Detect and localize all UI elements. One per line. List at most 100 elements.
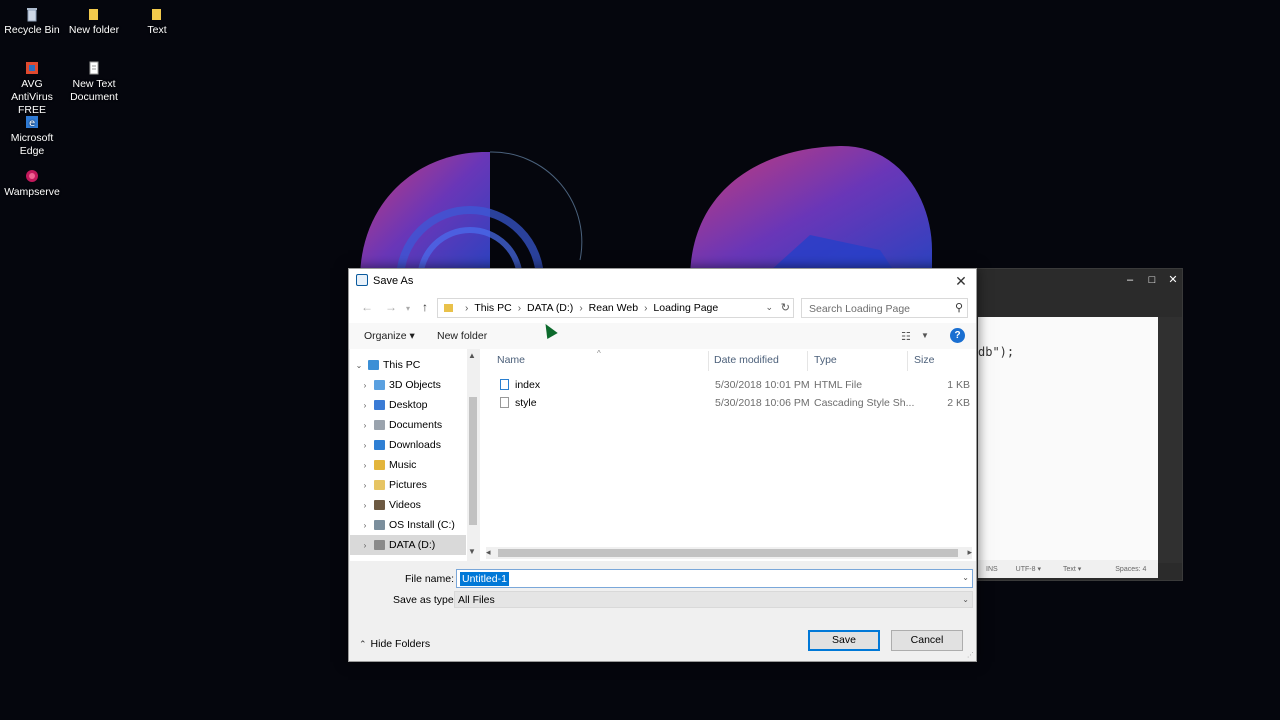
desktop-icon-recycle-bin[interactable]: Recycle Bin — [0, 4, 64, 37]
scroll-down-icon[interactable]: ▼ — [468, 547, 476, 556]
breadcrumb-data-d[interactable]: DATA (D:) — [527, 302, 573, 314]
breadcrumb-this-pc[interactable]: This PC — [474, 302, 511, 314]
nav-item-2[interactable]: › Desktop — [350, 395, 466, 415]
breadcrumb-rean-web[interactable]: Rean Web — [589, 302, 638, 314]
scroll-thumb[interactable] — [469, 397, 477, 525]
refresh-icon[interactable]: ↻ — [781, 301, 790, 314]
chevron-down-icon[interactable]: ⌄ — [354, 361, 364, 370]
address-bar[interactable]: › This PC › DATA (D:) › Rean Web › Loadi… — [437, 298, 794, 318]
chevron-down-icon[interactable]: ⌄ — [962, 595, 969, 604]
column-type[interactable]: Type — [814, 354, 837, 366]
chevron-down-icon[interactable]: ⌄ — [962, 573, 969, 582]
nav-item-0[interactable]: ⌄ This PC — [350, 355, 466, 375]
file-type: Cascading Style Sh... — [814, 397, 915, 409]
column-size[interactable]: Size — [914, 354, 934, 366]
chevron-down-icon[interactable]: ⌄ — [765, 302, 773, 313]
search-input[interactable] — [807, 300, 951, 318]
scroll-thumb[interactable] — [498, 549, 958, 557]
chevron-right-icon: › — [644, 302, 648, 314]
navigation-pane[interactable]: ⌄ This PC › 3D Objects › Desktop › Documents › Do… — [350, 349, 479, 561]
recent-locations-icon[interactable]: ▾ — [406, 304, 410, 313]
back-icon[interactable]: ← — [361, 300, 373, 314]
folder-icon — [152, 9, 161, 20]
minimize-icon[interactable]: – — [1122, 272, 1138, 288]
chevron-right-icon[interactable]: › — [360, 461, 370, 470]
chevron-right-icon[interactable]: › — [360, 421, 370, 430]
chevron-right-icon[interactable]: › — [360, 401, 370, 410]
search-box[interactable]: ⚲ — [801, 298, 968, 318]
nav-item-6[interactable]: › Pictures — [350, 475, 466, 495]
nav-item-7[interactable]: › Videos — [350, 495, 466, 515]
desktop-icon-edge[interactable]: e Microsoft Edge — [0, 112, 64, 158]
command-bar: Organize ▾ New folder ☷ ▼ ? — [349, 323, 976, 349]
dialog-titlebar: Save As ✕ — [349, 269, 976, 293]
organize-button[interactable]: Organize ▾ — [364, 330, 415, 342]
nav-item-3[interactable]: › Documents — [350, 415, 466, 435]
file-name-value[interactable]: Untitled-1 — [460, 572, 509, 586]
chevron-right-icon[interactable]: › — [360, 481, 370, 490]
editor-window[interactable]: – □ ✕ db"); INS UTF-8 ▾ Text ▾ Spaces: 4 — [975, 268, 1183, 581]
desktop-icon-new-text-document[interactable]: New Text Document — [62, 58, 126, 104]
editor-code-area[interactable]: db"); — [978, 317, 1158, 563]
file-row-style[interactable]: style 5/30/2018 10:06 PM Cascading Style… — [480, 394, 976, 412]
help-icon[interactable]: ? — [950, 328, 965, 343]
desktop-icon-text[interactable]: Text — [125, 4, 189, 37]
chevron-right-icon[interactable]: › — [360, 541, 370, 550]
nav-scrollbar[interactable]: ▲ ▼ — [467, 349, 479, 561]
scroll-right-icon[interactable]: ▸ — [967, 547, 972, 558]
close-icon[interactable]: ✕ — [950, 271, 972, 291]
folder-icon — [374, 520, 385, 530]
view-options-icon[interactable]: ☷ — [901, 330, 911, 343]
column-name[interactable]: Name — [497, 354, 525, 366]
desktop-icon-wampserver[interactable]: Wampserve — [0, 166, 64, 199]
file-list[interactable]: ^ Name Date modified Type Size index 5/3… — [480, 349, 976, 561]
maximize-icon[interactable]: □ — [1144, 272, 1160, 288]
file-name-input[interactable]: Untitled-1 ⌄ — [456, 569, 973, 588]
horizontal-scrollbar[interactable]: ◂ ▸ — [486, 547, 972, 559]
close-icon[interactable]: ✕ — [1165, 272, 1181, 288]
forward-icon[interactable]: → — [385, 300, 397, 314]
desktop-icon-avg[interactable]: AVG AntiVirus FREE — [0, 58, 64, 117]
resize-grip-icon[interactable]: ⋰ — [967, 651, 974, 659]
save-button[interactable]: Save — [808, 630, 880, 651]
css-file-icon — [500, 397, 509, 408]
svg-text:e: e — [29, 118, 35, 129]
desktop-icon-new-folder[interactable]: New folder — [62, 4, 126, 37]
wallpaper-art — [360, 145, 932, 280]
save-as-type-value: All Files — [458, 594, 495, 606]
column-divider[interactable] — [807, 351, 808, 371]
save-as-type-select[interactable]: All Files ⌄ — [454, 591, 973, 608]
nav-item-5[interactable]: › Music — [350, 455, 466, 475]
chevron-down-icon[interactable]: ▼ — [921, 331, 929, 340]
chevron-right-icon[interactable]: › — [360, 381, 370, 390]
column-divider[interactable] — [708, 351, 709, 371]
nav-item-9[interactable]: › DATA (D:) — [350, 535, 466, 555]
status-encoding[interactable]: UTF-8 ▾ — [1016, 565, 1041, 573]
file-row-index[interactable]: index 5/30/2018 10:01 PM HTML File 1 KB — [480, 376, 976, 394]
search-icon[interactable]: ⚲ — [955, 301, 963, 314]
breadcrumb-loading-page[interactable]: Loading Page — [653, 302, 718, 314]
new-folder-button[interactable]: New folder — [437, 330, 487, 342]
chevron-right-icon[interactable]: › — [360, 501, 370, 510]
chevron-right-icon[interactable]: › — [360, 521, 370, 530]
status-syntax[interactable]: Text ▾ — [1063, 565, 1081, 573]
column-date-modified[interactable]: Date modified — [714, 354, 779, 366]
file-name: index — [515, 379, 541, 391]
hide-folders-button[interactable]: ⌃ Hide Folders — [359, 638, 430, 650]
folder-icon — [374, 380, 385, 390]
nav-item-8[interactable]: › OS Install (C:) — [350, 515, 466, 535]
nav-item-4[interactable]: › Downloads — [350, 435, 466, 455]
up-icon[interactable]: ↑ — [422, 300, 428, 314]
file-type: HTML File — [814, 379, 863, 391]
chevron-right-icon[interactable]: › — [360, 441, 370, 450]
column-divider[interactable] — [907, 351, 908, 371]
save-as-dialog[interactable]: Save As ✕ ← → ▾ ↑ › This PC › DATA (D:) … — [348, 268, 977, 662]
edge-icon: e — [26, 116, 38, 129]
scroll-up-icon[interactable]: ▲ — [468, 351, 476, 360]
nav-item-1[interactable]: › 3D Objects — [350, 375, 466, 395]
folder-icon — [89, 9, 98, 20]
cancel-button[interactable]: Cancel — [891, 630, 963, 651]
status-spaces[interactable]: Spaces: 4 — [1115, 566, 1146, 573]
scroll-left-icon[interactable]: ◂ — [486, 547, 491, 558]
hide-folders-label: Hide Folders — [370, 638, 431, 650]
